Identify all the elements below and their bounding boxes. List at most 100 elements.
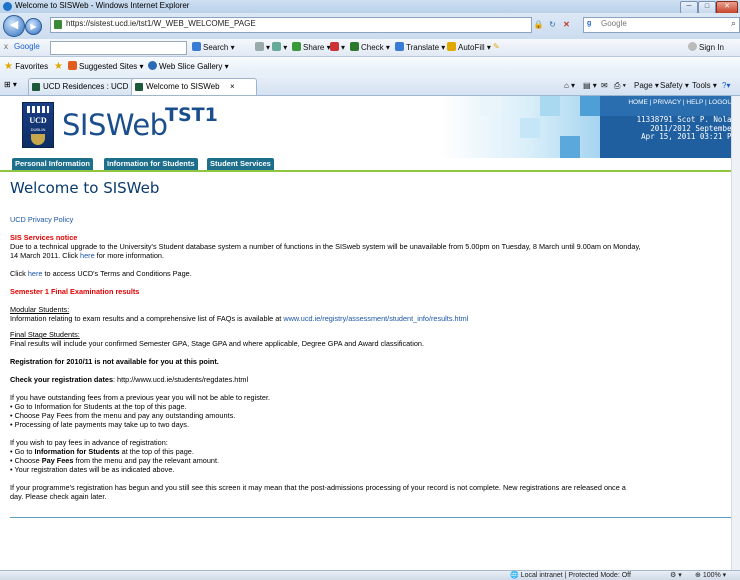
ie-icon	[3, 2, 12, 11]
add-favorite-icon[interactable]: ★	[54, 61, 63, 72]
advance-bullet: • Your registration dates will be as ind…	[10, 465, 175, 474]
print-icon[interactable]: ⎙ ▾	[614, 81, 626, 91]
environment-label: TST1	[165, 104, 218, 126]
fees-bullet: • Processing of late payments may take u…	[10, 420, 189, 429]
window-title-bar: Welcome to SISWeb - Windows Internet Exp…	[0, 0, 740, 14]
translate-button[interactable]: Translate ▾	[395, 42, 445, 52]
feeds-icon[interactable]: ▤ ▾	[583, 81, 597, 90]
zoom-level[interactable]: ⊕ 100% ▾	[695, 571, 726, 579]
nav-underline	[0, 170, 740, 172]
share-icon	[292, 42, 301, 51]
page-menu[interactable]: Page ▾	[634, 81, 659, 90]
reg-dates-label: Check your registration dates	[10, 375, 113, 384]
search-box[interactable]: g Google ⌕	[583, 17, 740, 33]
protected-mode-icon[interactable]: ⚙ ▾	[670, 571, 682, 579]
google-toolbar: x Google Search ▾ ▾ ▾ Share ▾ ▾ Check ▾ …	[0, 39, 740, 57]
results-info-link[interactable]: www.ucd.ie/registry/assessment/student_i…	[283, 314, 468, 323]
tab-personal-information[interactable]: Personal Information	[12, 158, 94, 170]
main-nav: Personal Information Information for Stu…	[0, 158, 740, 170]
refresh-icon[interactable]: ↻	[547, 19, 558, 30]
toolbar-extra-icon[interactable]: ▾	[330, 42, 345, 52]
user-info: 11338791 Scot P. Nolan 2011/2012 Septemb…	[600, 115, 736, 142]
notice-text: Due to a technical upgrade to the Univer…	[10, 242, 641, 251]
terms-here-link[interactable]: here	[28, 269, 43, 278]
address-bar-row: ◀ ▶ https://sistest.ucd.ie/tst1/W_WEB_WE…	[0, 13, 740, 39]
tab-favicon	[32, 83, 40, 91]
ucd-crest-logo: UCD DUBLIN	[22, 102, 54, 148]
search-placeholder: Google	[601, 19, 627, 28]
tab-close-button[interactable]: ×	[230, 79, 235, 94]
lock-icon[interactable]: 🔒	[533, 19, 544, 30]
mail-icon[interactable]: ✉	[601, 81, 608, 90]
safety-menu[interactable]: Safety ▾	[660, 81, 689, 90]
favorites-button[interactable]: ★ Favorites	[4, 61, 48, 72]
tab-ucd-residences[interactable]: UCD Residences : UCD Res...	[28, 78, 144, 95]
tab-information-for-students[interactable]: Information for Students	[104, 158, 198, 170]
search-button[interactable]: Search ▾	[192, 42, 235, 52]
site-header: UCD DUBLIN SISWeb TST1 HOME | PRIVACY | …	[0, 96, 740, 158]
stop-icon[interactable]: ✕	[561, 19, 572, 30]
content-bottom-rule	[10, 517, 732, 518]
vertical-scrollbar[interactable]	[731, 96, 740, 570]
fees-intro: If you have outstanding fees from a prev…	[10, 393, 270, 402]
final-stage-text: Final results will include your confirme…	[10, 339, 424, 348]
web-slice-gallery-link[interactable]: Web Slice Gallery ▾	[148, 61, 229, 71]
address-url: https://sistest.ucd.ie/tst1/W_WEB_WELCOM…	[66, 19, 256, 28]
google-icon: g	[587, 20, 592, 27]
tab-bar: ⊞ ▾ UCD Residences : UCD Res... Welcome …	[0, 75, 740, 96]
pencil-icon[interactable]: ✎	[493, 42, 500, 51]
share-button[interactable]: Share ▾	[292, 42, 331, 52]
exam-results-title: Semester 1 Final Examination results	[10, 287, 140, 296]
search-chip-icon	[192, 42, 201, 51]
signin-button[interactable]: Sign In	[688, 42, 724, 52]
notice-here-link[interactable]: here	[80, 251, 95, 260]
final-stage-heading: Final Stage Students:	[10, 330, 80, 339]
closing-text: If your programme's registration has beg…	[10, 483, 626, 492]
suggested-sites-link[interactable]: Suggested Sites ▾	[68, 61, 144, 71]
user-icon	[688, 42, 697, 51]
web-slice-icon	[148, 61, 157, 70]
fees-bullet: • Go to Information for Students at the …	[10, 402, 187, 411]
star-icon: ★	[4, 61, 13, 72]
window-title: Welcome to SISWeb - Windows Internet Exp…	[15, 1, 190, 10]
tab-welcome-sisweb[interactable]: Welcome to SISWeb ×	[131, 78, 257, 95]
help-icon[interactable]: ?▾	[722, 81, 730, 90]
privacy-policy-link[interactable]: UCD Privacy Policy	[10, 215, 73, 224]
quick-tabs-icon[interactable]: ⊞ ▾	[4, 80, 17, 89]
check-button[interactable]: Check ▾	[350, 42, 390, 52]
site-icon	[54, 20, 62, 29]
toolbar-close-button[interactable]: x	[4, 42, 8, 51]
tab-favicon	[135, 83, 143, 91]
main-content: Welcome to SISWeb UCD Privacy Policy SIS…	[10, 175, 732, 501]
translate-icon	[395, 42, 404, 51]
sisweb-logo: SISWeb	[62, 108, 168, 142]
back-button[interactable]: ◀	[3, 15, 25, 37]
check-icon	[350, 42, 359, 51]
reg-dates-url: : http://www.ucd.ie/students/regdates.ht…	[113, 375, 249, 384]
google-search-input[interactable]	[50, 41, 187, 55]
autofill-icon	[447, 42, 456, 51]
closing-text-2: day. Please check again later.	[10, 492, 107, 501]
forward-button[interactable]: ▶	[25, 18, 42, 35]
advance-bullet: • Go to Information for Students at the …	[10, 447, 194, 456]
advance-bullet: • Choose Pay Fees from the menu and pay …	[10, 456, 220, 465]
suggested-sites-icon	[68, 61, 77, 70]
tools-menu[interactable]: Tools ▾	[692, 81, 717, 90]
home-icon[interactable]: ⌂ ▾	[564, 81, 575, 90]
advance-intro: If you wish to pay fees in advance of re…	[10, 438, 168, 447]
search-icon[interactable]: ⌕	[731, 18, 736, 29]
registration-status: Registration for 2010/11 is not availabl…	[10, 357, 219, 366]
notice-title: SIS Services notice	[10, 233, 78, 242]
fees-bullet: • Choose Pay Fees from the menu and pay …	[10, 411, 236, 420]
autofill-button[interactable]: AutoFill ▾	[447, 42, 491, 52]
security-zone: 🌐 Local intranet | Protected Mode: Off	[510, 572, 631, 579]
modular-students-heading: Modular Students:	[10, 305, 70, 314]
google-label: Google	[14, 42, 40, 51]
page-title: Welcome to SISWeb	[10, 179, 160, 197]
user-datetime: Apr 15, 2011 03:21 PM	[641, 132, 736, 141]
favorites-bar: ★ Favorites ★ Suggested Sites ▾ Web Slic…	[0, 57, 740, 75]
tab-student-services[interactable]: Student Services	[207, 158, 274, 170]
toolbar-tools-icon[interactable]: ▾ ▾	[255, 42, 287, 52]
header-links[interactable]: HOME | PRIVACY | HELP | LOGOUT	[600, 99, 736, 106]
address-field[interactable]: https://sistest.ucd.ie/tst1/W_WEB_WELCOM…	[50, 17, 532, 33]
